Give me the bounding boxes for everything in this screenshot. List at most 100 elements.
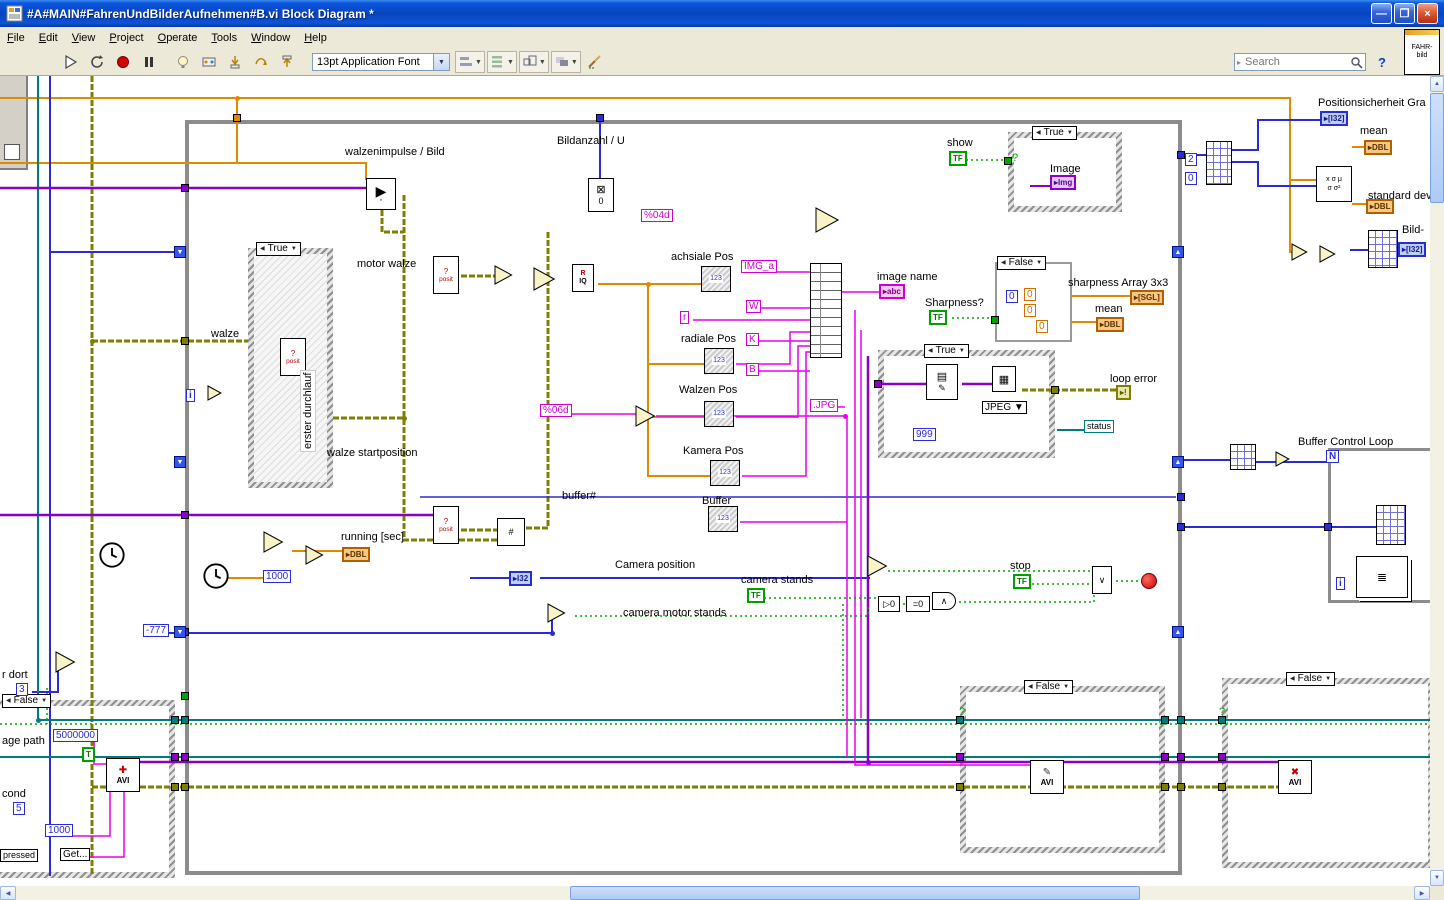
title-bar[interactable]: #A#MAIN#FahrenUndBilderAufnehmen#B.vi Bl… [0,0,1444,27]
constant-1000[interactable]: 1000 [263,570,292,583]
true-constant[interactable]: T [82,747,95,762]
write-image-vi[interactable]: ▤ ✎ [926,364,958,400]
case-sharpness-selector[interactable]: ◀ False ▼ [997,256,1047,270]
retain-wire-values-button[interactable] [197,51,221,73]
case-avi-close[interactable] [1222,678,1434,868]
scroll-left-button[interactable]: ◀ [0,886,16,900]
vi-icon[interactable]: FAHR- bild [1404,29,1440,75]
running-sec-indicator[interactable]: ▸DBL [342,547,371,562]
buffer-array-node[interactable] [1376,505,1406,545]
pause-button[interactable] [137,51,161,73]
menu-window[interactable]: Window [244,29,297,47]
constant-JPEG[interactable]: JPEG ▼ [982,401,1027,414]
constant-i[interactable]: i [1336,577,1345,590]
format-into-string-node[interactable] [810,263,842,358]
menu-help[interactable]: Help [297,29,334,47]
constant-5[interactable]: 5 [13,802,25,815]
image-name-indicator[interactable]: ▸abc [879,284,905,299]
avi-close-node[interactable]: ✖ AVI [1278,760,1312,794]
menu-file[interactable]: File [0,29,32,47]
constant-B[interactable]: B [746,363,759,376]
resize-objects-button[interactable]: ▼ [518,51,549,73]
pressed-label[interactable]: pressed [0,849,39,862]
sharpness-terminal[interactable]: TF [929,310,947,325]
constant-JPG[interactable]: .JPG [810,399,839,412]
status-indicator[interactable]: status [1084,420,1115,433]
font-selector[interactable]: 13pt Application Font ▼ [312,53,450,71]
constant-0[interactable]: 0 [1006,290,1018,303]
cleanup-diagram-button[interactable] [583,51,607,73]
scroll-down-button[interactable]: ▼ [1430,870,1444,886]
constant-IMG_a[interactable]: IMG_a [741,260,778,273]
vertical-scroll-thumb[interactable] [1430,93,1444,203]
search-box[interactable]: ▸ [1234,53,1366,71]
constant-3[interactable]: 3 [16,683,28,696]
position-vi-1[interactable]: ? posit [433,256,459,294]
case-avi-write-selector[interactable]: ◀ False ▼ [1024,680,1074,694]
shift-register-2[interactable]: ▼ [174,626,186,638]
constant-i[interactable]: i [186,389,195,402]
constant-5000000[interactable]: 5000000 [53,729,98,742]
step-into-button[interactable] [223,51,247,73]
stop-led-terminal[interactable] [1141,573,1157,589]
constant-0[interactable]: 0 [1036,320,1048,333]
vertical-scrollbar[interactable]: ▲ ▼ [1430,76,1444,886]
kamera-pos-node[interactable]: 123 [710,460,740,486]
constant-1000[interactable]: 1000 [45,824,74,837]
constant-04d[interactable]: %04d [641,209,673,222]
position-vi-3[interactable]: ? posit [433,506,459,544]
menu-project[interactable]: Project [102,29,150,47]
bild-indicator[interactable]: ▸[I32] [1398,242,1427,257]
loop-error-indicator[interactable]: ▸! [1116,385,1131,400]
menu-view[interactable]: View [65,29,103,47]
sharpness-array-indicator[interactable]: ▸[SGL] [1130,290,1164,305]
search-input[interactable] [1243,55,1350,69]
menu-tools[interactable]: Tools [204,29,244,47]
constant-999[interactable]: 999 [913,428,936,441]
constant-r[interactable]: r [680,311,690,324]
buffer-pos-node[interactable]: 123 [708,506,738,532]
build-array-node[interactable] [1368,230,1398,268]
write-file-vi[interactable]: ▦ [992,366,1016,392]
search-chevron-icon[interactable]: ▸ [1237,58,1241,67]
constant-K[interactable]: K [746,333,759,346]
run-continuous-button[interactable] [85,51,109,73]
constant-0[interactable]: 0 [1024,304,1036,317]
mean-indicator[interactable]: ▸DBL [1364,140,1393,155]
menu-operate[interactable]: Operate [151,29,205,47]
case-erster-durchlauf-selector[interactable]: ◀ True ▼ [256,242,301,256]
bild-quotient-vi[interactable]: ⊠ 0 [588,178,614,212]
horizontal-scrollbar[interactable]: ◀ ▶ [0,886,1430,900]
constant-0[interactable]: 0 [1024,288,1036,301]
positionsicherheit-indicator[interactable]: ▸[I32] [1320,111,1349,126]
constant-Get[interactable]: Get... [60,848,91,861]
horizontal-scroll-thumb[interactable] [570,886,1140,900]
shift-register-0[interactable]: ▼ [174,246,186,258]
achsiale-pos-node[interactable]: 123 [701,266,731,292]
constant-N[interactable]: N [1326,450,1340,463]
or-node[interactable]: ∨ [1092,566,1112,594]
avi-write-node[interactable]: ✎ AVI [1030,760,1064,794]
walzen-pos-node[interactable]: 123 [704,401,734,427]
minimize-button[interactable]: — [1371,3,1392,24]
shift-register-3[interactable]: ▲ [1172,246,1184,258]
constant-W[interactable]: W [746,300,762,313]
case-save-image-selector[interactable]: ◀ True ▼ [924,344,969,358]
camera-position-indicator[interactable]: ▸I32 [509,571,533,586]
tick-count-node-1[interactable] [98,541,126,569]
sharpness-mean-indicator[interactable]: ▸DBL [1096,317,1125,332]
case-avi-close-selector[interactable]: ◀ False ▼ [1286,672,1336,686]
search-split-node[interactable]: # [497,518,525,546]
menu-edit[interactable]: Edit [32,29,65,47]
equal-zero-node[interactable]: =0 [906,596,930,612]
motor-start-vi[interactable]: ▶ ▪ [366,178,396,210]
case-save-image[interactable] [878,350,1055,458]
shift-register-4[interactable]: ▲ [1172,456,1184,468]
show-terminal[interactable]: TF [949,151,967,166]
help-button[interactable]: ? [1372,52,1392,72]
constant-06d[interactable]: %06d [540,404,572,417]
run-button[interactable] [59,51,83,73]
tick-count-node-2[interactable] [202,562,230,590]
avi-open-node[interactable]: ✚ AVI [106,758,140,792]
shift-register-5[interactable]: ▲ [1172,626,1184,638]
